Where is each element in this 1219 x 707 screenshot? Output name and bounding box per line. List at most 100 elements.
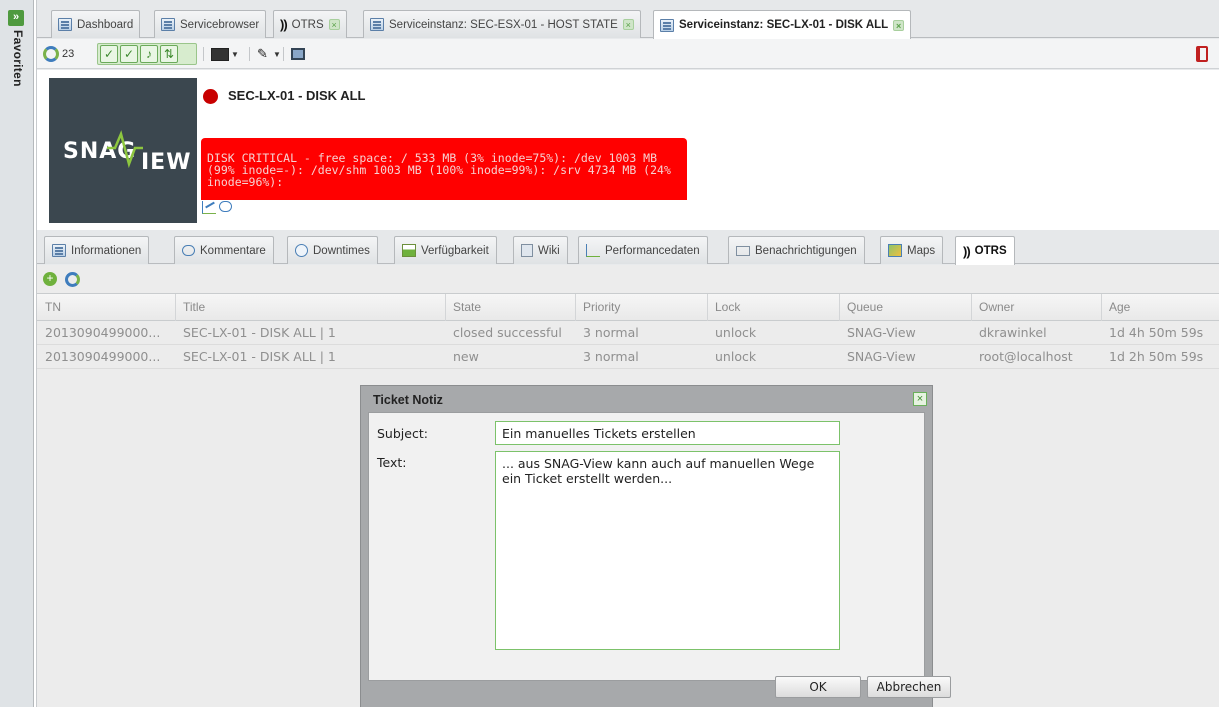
tab-label: Kommentare	[200, 244, 266, 257]
tab-kommentare[interactable]: Kommentare	[174, 236, 274, 264]
cancel-button[interactable]: Abbrechen	[867, 676, 951, 698]
column-header-lock[interactable]: Lock	[715, 294, 835, 321]
ok-button[interactable]: OK	[775, 676, 861, 698]
cell-queue: SNAG-View	[847, 325, 916, 340]
refresh-button[interactable]: 23	[43, 45, 74, 63]
close-icon[interactable]: ×	[893, 19, 905, 31]
grid-icon	[660, 18, 674, 32]
cell-queue: SNAG-View	[847, 349, 916, 364]
terminal-menu-button[interactable]: ▼	[211, 45, 239, 63]
refresh-count: 23	[62, 48, 75, 60]
column-divider	[839, 294, 840, 321]
text-label: Text:	[377, 455, 407, 470]
cell-age: 1d 2h 50m 59s	[1109, 349, 1204, 364]
pen-icon: ✎	[257, 46, 268, 61]
cell-lock: unlock	[715, 325, 757, 340]
tab-otrs-detail[interactable]: )) OTRS	[955, 236, 1015, 265]
column-header-age[interactable]: Age	[1109, 294, 1219, 321]
refresh-icon[interactable]	[65, 271, 80, 287]
otrs-icon: ))	[963, 243, 971, 259]
grid-icon	[161, 18, 175, 31]
detail-tab-bar: Informationen Kommentare Downtimes Verfü…	[37, 230, 1219, 265]
comment-icon	[182, 245, 195, 256]
tab-label: Benachrichtigungen	[755, 244, 857, 257]
close-icon[interactable]: ×	[913, 392, 927, 406]
otrs-icon: ))	[280, 17, 288, 32]
grid-icon	[370, 18, 384, 31]
monitor-button[interactable]	[291, 45, 305, 63]
close-icon[interactable]: ×	[328, 19, 340, 30]
tab-informationen[interactable]: Informationen	[44, 236, 150, 264]
tab-wiki[interactable]: Wiki	[513, 236, 568, 264]
check-icon[interactable]: ✓	[120, 45, 138, 63]
refresh-icon	[43, 46, 59, 62]
column-header-title[interactable]: Title	[183, 294, 443, 321]
logo-text-right: IEW	[141, 150, 192, 175]
tab-dashboard[interactable]: Dashboard	[51, 10, 141, 38]
status-output: DISK CRITICAL - free space: / 533 MB (3%…	[201, 138, 687, 200]
cell-state: new	[453, 349, 479, 364]
column-header-tn[interactable]: TN	[45, 294, 165, 321]
column-divider	[971, 294, 972, 321]
tab-servicebrowser[interactable]: Servicebrowser	[154, 10, 267, 38]
chevron-down-icon: ▼	[231, 49, 239, 59]
tab-label: Serviceinstanz: SEC-ESX-01 - HOST STATE	[389, 18, 618, 31]
column-divider	[175, 294, 176, 321]
tab-label: Verfügbarkeit	[421, 244, 489, 257]
expand-sidebar-button[interactable]: »	[8, 10, 24, 26]
tab-maps[interactable]: Maps	[880, 236, 944, 264]
subject-input[interactable]: Ein manuelles Tickets erstellen	[495, 421, 840, 445]
mail-icon	[736, 245, 750, 256]
tab-otrs[interactable]: )) OTRS ×	[273, 10, 347, 38]
table-row[interactable]: 2013090499000... SEC-LX-01 - DISK ALL | …	[37, 321, 1219, 345]
sound-icon[interactable]: ♪	[140, 45, 158, 63]
sort-icon[interactable]: ⇅	[160, 45, 178, 63]
column-header-queue[interactable]: Queue	[847, 294, 967, 321]
cell-tn: 2013090499000...	[45, 349, 161, 364]
column-header-priority[interactable]: Priority	[583, 294, 703, 321]
flag-icon[interactable]	[1196, 46, 1208, 62]
tab-label: OTRS	[974, 245, 1007, 257]
cell-lock: unlock	[715, 349, 757, 364]
grid-icon	[52, 244, 66, 257]
table-row[interactable]: 2013090499000... SEC-LX-01 - DISK ALL | …	[37, 345, 1219, 369]
divider	[249, 47, 250, 61]
monitor-icon	[291, 48, 305, 60]
cell-priority: 3 normal	[583, 349, 639, 364]
logo-wave-icon	[107, 130, 143, 169]
ticket-table: TN Title State Priority Lock Queue Owner…	[37, 293, 1219, 369]
tab-serviceinstanz-esx[interactable]: Serviceinstanz: SEC-ESX-01 - HOST STATE …	[363, 10, 641, 38]
add-ticket-button[interactable]: +	[43, 272, 57, 286]
tab-performancedaten[interactable]: Performancedaten	[578, 236, 708, 264]
tab-downtimes[interactable]: Downtimes	[287, 236, 378, 264]
tab-label: Performancedaten	[605, 244, 700, 257]
tab-serviceinstanz-lx[interactable]: Serviceinstanz: SEC-LX-01 - DISK ALL ×	[653, 10, 912, 39]
bar-chart-icon	[402, 244, 416, 257]
terminal-icon	[211, 47, 229, 61]
favorites-label[interactable]: Favoriten	[11, 30, 25, 87]
comment-icon[interactable]	[219, 201, 232, 212]
close-icon[interactable]: ×	[622, 19, 634, 30]
column-header-owner[interactable]: Owner	[979, 294, 1099, 321]
snag-view-logo: SNAG IEW	[49, 78, 197, 223]
text-area[interactable]: ... aus SNAG-View kann auch auf manuelle…	[495, 451, 840, 650]
tab-label: OTRS	[291, 18, 324, 31]
cell-state: closed successful	[453, 325, 562, 340]
ticket-note-dialog: Ticket Notiz × Subject: Ein manuelles Ti…	[360, 385, 951, 707]
column-divider	[1101, 294, 1102, 321]
cell-owner: dkrawinkel	[979, 325, 1047, 340]
cell-title: SEC-LX-01 - DISK ALL | 1	[183, 349, 336, 364]
favorites-sidebar: » Favoriten	[0, 0, 34, 707]
cell-title: SEC-LX-01 - DISK ALL | 1	[183, 325, 336, 340]
graph-icon[interactable]	[202, 201, 216, 214]
edit-menu-button[interactable]: ✎ ▼	[257, 45, 281, 63]
subject-label: Subject:	[377, 426, 428, 441]
acknowledge-icon[interactable]: ✓	[100, 45, 118, 63]
divider	[203, 47, 204, 61]
column-header-state[interactable]: State	[453, 294, 573, 321]
tab-verfuegbarkeit[interactable]: Verfügbarkeit	[394, 236, 497, 264]
panel-toolbar: +	[43, 268, 80, 290]
cell-priority: 3 normal	[583, 325, 639, 340]
clock-icon	[295, 244, 308, 257]
tab-benachrichtigungen[interactable]: Benachrichtigungen	[728, 236, 865, 264]
